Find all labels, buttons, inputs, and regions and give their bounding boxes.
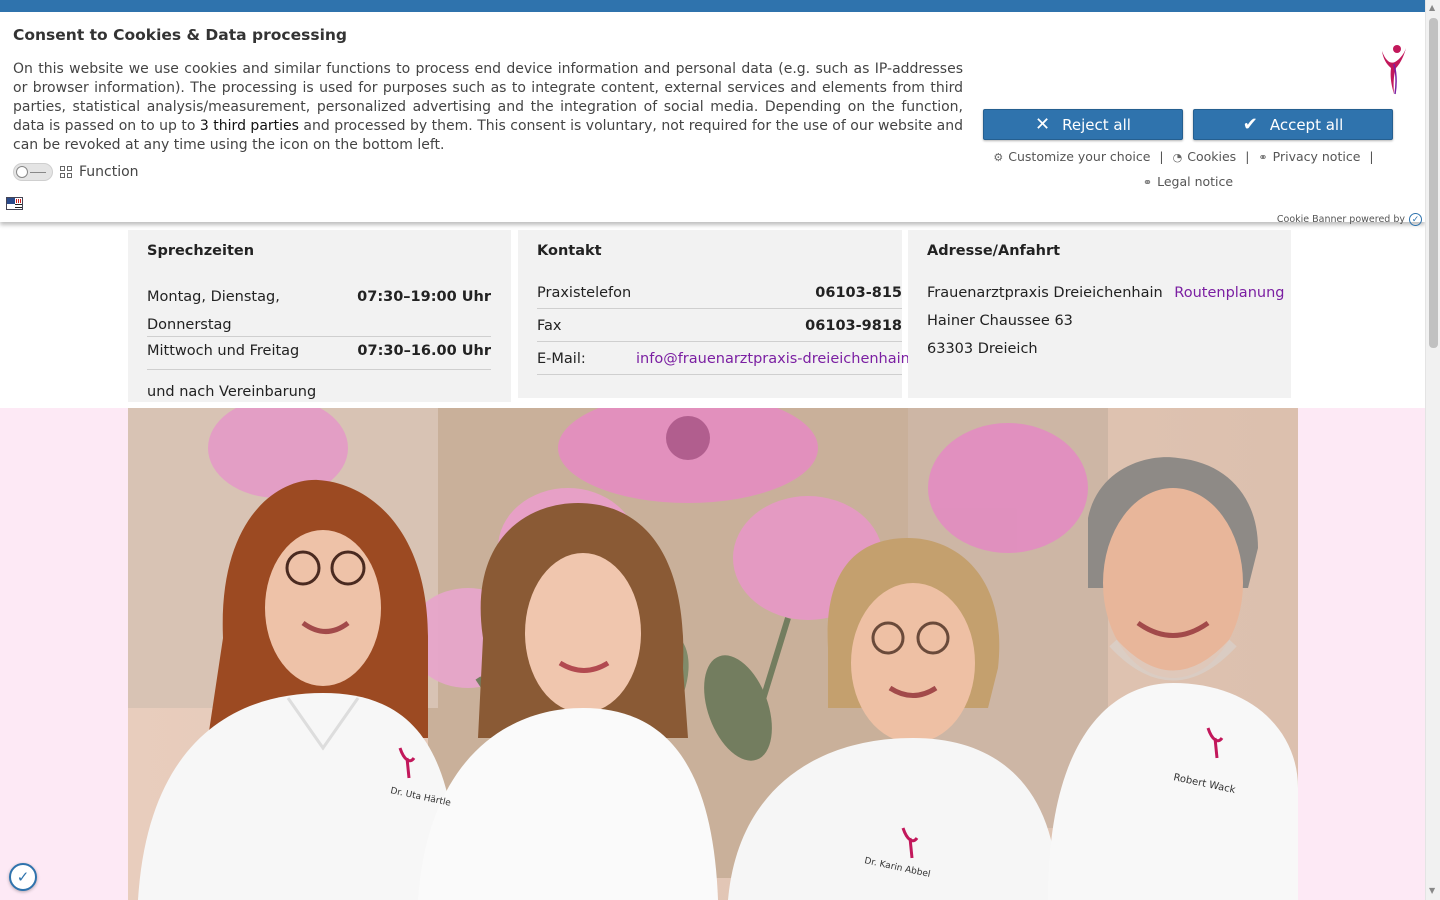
grid-icon (60, 166, 72, 178)
scrollbar-thumb[interactable] (1429, 18, 1438, 348)
function-toggle-row[interactable]: Function (13, 162, 139, 182)
privacy-notice-link[interactable]: ⚭ Privacy notice (1258, 149, 1360, 164)
function-toggle[interactable] (13, 163, 53, 181)
route-planning-link[interactable]: Routenplanung (1174, 285, 1284, 301)
cookie-icon: ◔ (1172, 151, 1183, 164)
function-label: Function (79, 164, 139, 180)
fax-label: Fax (537, 318, 562, 334)
contact-card: Kontakt Praxistelefon 06103-815 Fax 0610… (518, 230, 910, 398)
contact-title: Kontakt (537, 243, 602, 259)
email-label: E-Mail: (537, 351, 586, 367)
gear-icon: ⚙ (993, 151, 1004, 164)
cookies-link[interactable]: ◔ Cookies (1173, 149, 1237, 164)
reject-all-button[interactable]: ✕ Reject all (983, 109, 1183, 140)
powered-by-text: Cookie Banner powered by (1276, 214, 1405, 225)
email-row: E-Mail: info@frauenarztpraxis-dreieichen… (537, 351, 910, 375)
team-photo: Dr. Uta Härtle Dr. Karin Abbel Robert Wa… (128, 408, 1298, 900)
hours-row: Mittwoch und Freitag 07:30–16.00 Uhr (147, 343, 491, 370)
phone-row: Praxistelefon 06103-815 (537, 285, 902, 309)
toggle-knob (16, 166, 28, 178)
hours-day: Mittwoch und Freitag (147, 343, 300, 359)
address-card: Adresse/Anfahrt Frauenarztpraxis Dreieic… (908, 230, 1291, 398)
page-scrollbar[interactable]: ▲ ▼ (1425, 0, 1440, 900)
link-separator: | (1245, 149, 1250, 164)
phone-label: Praxistelefon (537, 285, 632, 301)
consent-check-icon[interactable]: ✓ (9, 863, 37, 891)
banner-description: On this website we use cookies and simil… (13, 60, 963, 155)
legal-notice-link[interactable]: ⚭ Legal notice (1143, 174, 1233, 189)
toggle-track-line (30, 172, 46, 173)
street: Hainer Chaussee 63 (927, 313, 1073, 329)
powered-by: Cookie Banner powered by ✓ (1277, 213, 1422, 226)
link-icon: ⚭ (1142, 176, 1153, 189)
team-photo-illustration: Dr. Uta Härtle Dr. Karin Abbel Robert Wa… (128, 408, 1298, 900)
reject-all-label: Reject all (1062, 115, 1131, 134)
close-icon: ✕ (1035, 113, 1051, 135)
link-separator: | (1159, 149, 1164, 164)
hours-time: 07:30–16.00 Uhr (357, 343, 491, 359)
city: 63303 Dreieich (927, 341, 1038, 357)
practice-name: Frauenarztpraxis Dreieichenhain (927, 285, 1163, 301)
scroll-up-icon[interactable]: ▲ (1429, 3, 1435, 12)
cookie-consent-banner: Consent to Cookies & Data processing On … (0, 0, 1425, 226)
fax-row: Fax 06103-9818 (537, 318, 902, 342)
email-link[interactable]: info@frauenarztpraxis-dreieichenhain (636, 351, 910, 367)
hours-time: 07:30–19:00 Uhr (357, 289, 491, 305)
hours-row: Montag, Dienstag, Donnerstag 07:30–19:00… (147, 283, 491, 337)
customize-choice-link[interactable]: ⚙ Customize your choice (993, 149, 1150, 164)
address-title: Adresse/Anfahrt (927, 243, 1061, 259)
consent-brand-icon[interactable]: ✓ (1409, 213, 1422, 226)
flag-icon[interactable] (6, 197, 23, 210)
accept-all-label: Accept all (1269, 115, 1344, 134)
third-parties-link[interactable]: 3 third parties (200, 118, 299, 134)
scroll-down-icon[interactable]: ▼ (1429, 886, 1435, 895)
banner-links: ⚙ Customize your choice | ◔ Cookies | ⚭ Privacy… (983, 145, 1393, 195)
banner-title: Consent to Cookies & Data processing (13, 26, 348, 44)
check-icon: ✔ (1242, 113, 1258, 135)
opening-hours-card: Sprechzeiten Montag, Dienstag, Donnersta… (128, 230, 511, 402)
hours-note: und nach Vereinbarung (147, 384, 317, 400)
link-icon: ⚭ (1258, 151, 1268, 164)
link-separator: | (1369, 149, 1374, 164)
practice-logo-icon (1382, 45, 1406, 95)
hours-day-cont: Donnerstag (147, 317, 232, 333)
fax-value: 06103-9818 (805, 318, 902, 334)
opening-hours-title: Sprechzeiten (147, 243, 255, 259)
practice-name-row: Frauenarztpraxis Dreieichenhain Routenpl… (927, 285, 1284, 301)
phone-value[interactable]: 06103-815 (815, 285, 902, 301)
accept-all-button[interactable]: ✔ Accept all (1193, 109, 1393, 140)
